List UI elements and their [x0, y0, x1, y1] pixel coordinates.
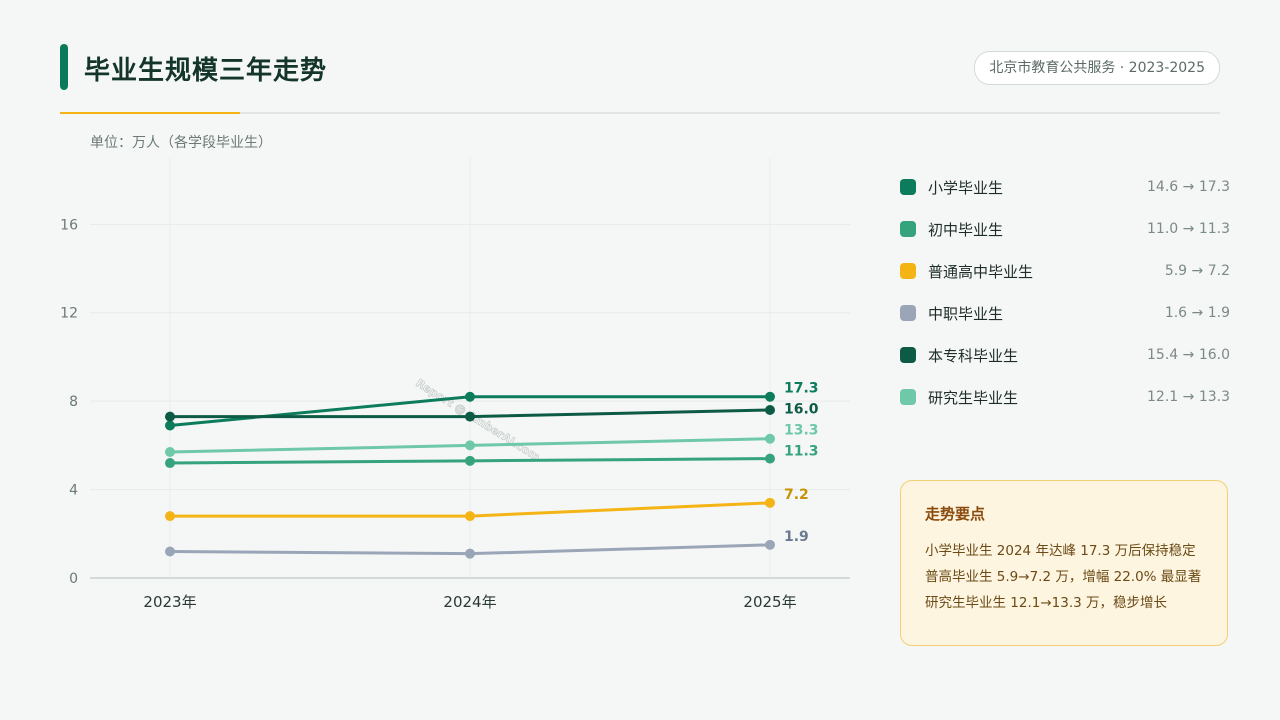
y-tick-label: 16: [60, 217, 78, 233]
trend-note-line: 小学毕业生 2024 年达峰 17.3 万后保持稳定: [925, 543, 1196, 559]
legend-item: 小学毕业生 14.6 → 17.3: [900, 166, 1230, 208]
legend-series-name: 普通高中毕业生: [928, 262, 1034, 281]
data-point: [465, 411, 475, 422]
source-badge: 北京市教育公共服务 · 2023-2025: [974, 51, 1220, 85]
legend-swatch: [900, 179, 916, 195]
x-tick-label: 2024年: [443, 593, 496, 611]
data-point: [765, 497, 775, 508]
legend-series-name: 小学毕业生: [928, 178, 1004, 197]
data-point: [465, 548, 475, 559]
data-point: [465, 511, 475, 522]
trend-notes-title: 走势要点: [925, 505, 986, 523]
end-value-label: 16.0: [784, 402, 819, 418]
legend-swatch: [900, 263, 916, 279]
data-point: [465, 440, 475, 451]
legend-series-name: 中职毕业生: [928, 304, 1004, 323]
data-point: [165, 447, 175, 457]
trend-notes-card: 走势要点 小学毕业生 2024 年达峰 17.3 万后保持稳定 普高毕业生 5.…: [900, 480, 1228, 646]
data-point: [165, 511, 175, 522]
data-point: [765, 453, 775, 464]
legend-item: 本专科毕业生 15.4 → 16.0: [900, 334, 1230, 376]
legend-series-name: 初中毕业生: [928, 220, 1004, 239]
legend-item: 普通高中毕业生 5.9 → 7.2: [900, 250, 1230, 292]
trend-note-line: 研究生毕业生 12.1→13.3 万，稳步增长: [925, 595, 1168, 611]
legend-item: 初中毕业生 11.0 → 11.3: [900, 208, 1230, 250]
x-tick-label: 2025年: [743, 593, 796, 611]
legend-swatch: [900, 305, 916, 321]
data-point: [465, 391, 475, 402]
legend-range: 5.9 → 7.2: [1164, 263, 1230, 279]
data-point: [765, 391, 775, 402]
legend-range: 11.0 → 11.3: [1147, 221, 1230, 237]
data-point: [165, 546, 175, 557]
end-value-label: 11.3: [784, 444, 819, 460]
watermark-text: Report @ AmberAI.com: [413, 377, 542, 464]
data-point: [465, 455, 475, 466]
end-value-label: 7.2: [784, 487, 809, 503]
data-point: [165, 420, 175, 431]
legend-swatch: [900, 389, 916, 405]
legend-range: 1.6 → 1.9: [1164, 305, 1230, 321]
data-point: [765, 405, 775, 415]
legend-item: 研究生毕业生 12.1 → 13.3: [900, 376, 1230, 418]
data-point: [765, 433, 775, 444]
end-value-label: 13.3: [784, 423, 819, 439]
legend: 小学毕业生 14.6 → 17.3 初中毕业生 11.0 → 11.3 普通高中…: [900, 166, 1230, 418]
y-tick-label: 8: [69, 394, 78, 410]
legend-range: 14.6 → 17.3: [1147, 179, 1230, 195]
legend-series-name: 本专科毕业生: [928, 346, 1019, 365]
y-tick-label: 0: [69, 571, 78, 587]
x-tick-label: 2023年: [143, 593, 196, 611]
legend-swatch: [900, 347, 916, 363]
y-tick-label: 12: [60, 306, 78, 322]
end-value-label: 1.9: [784, 529, 809, 545]
legend-range: 12.1 → 13.3: [1147, 389, 1230, 405]
y-tick-label: 4: [69, 483, 78, 499]
legend-range: 15.4 → 16.0: [1147, 347, 1230, 363]
legend-item: 中职毕业生 1.6 → 1.9: [900, 292, 1230, 334]
legend-swatch: [900, 221, 916, 237]
line-chart: 0 4 8 12 16 2023年 2024年 2025年 Report @ AmberAI.c…: [60, 158, 850, 611]
trend-note-line: 普高毕业生 5.9→7.2 万，增幅 22.0% 最显著: [925, 569, 1202, 585]
legend-series-name: 研究生毕业生: [928, 388, 1019, 407]
data-point: [165, 458, 175, 469]
end-value-label: 17.3: [784, 381, 819, 397]
data-point: [165, 411, 175, 422]
data-point: [765, 539, 775, 550]
